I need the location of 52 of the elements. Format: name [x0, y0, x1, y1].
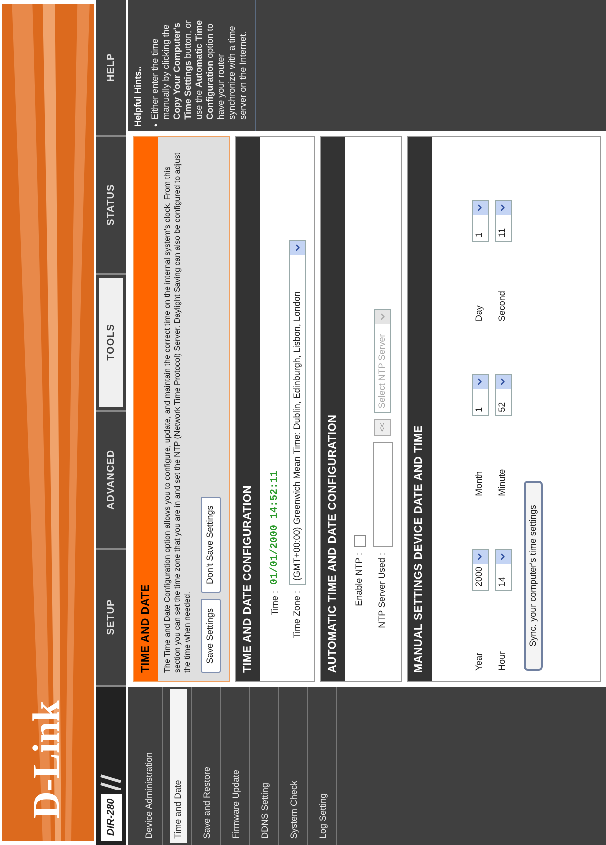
select-field[interactable]: 1: [472, 200, 488, 242]
input-field[interactable]: [372, 442, 392, 547]
chevron-down-icon: [472, 375, 488, 390]
select-field[interactable]: 1: [472, 374, 488, 416]
section-title-bar: TIME AND DATE: [134, 137, 158, 681]
nav-tab[interactable]: HELP: [99, 2, 123, 132]
chevron-down-icon: [472, 550, 488, 564]
select-field[interactable]: 2000: [472, 549, 488, 591]
section-title-bar: AUTOMATIC TIME AND DATE CONFIGURATION: [321, 137, 345, 681]
sidebar-item[interactable]: Log Setting: [315, 689, 332, 843]
nav-tab[interactable]: ADVANCED: [99, 415, 123, 545]
logo: D-Link: [28, 700, 66, 819]
form-button[interactable]: Don't Save Settings: [201, 496, 221, 594]
select-field[interactable]: 11: [494, 200, 512, 242]
sidebar-item[interactable]: Time and Date: [170, 689, 187, 843]
sidebar-item[interactable]: System Check: [286, 689, 303, 843]
chevron-down-icon: [496, 550, 510, 564]
field-label: Enable NTP :: [353, 553, 365, 608]
nav-tab[interactable]: TOOLS: [99, 278, 123, 408]
form-button[interactable]: Save Settings: [201, 599, 221, 673]
field-label: Minute: [496, 468, 508, 496]
section-title-bar: MANUAL SETTINGS DEVICE DATE AND TIME: [408, 137, 432, 681]
sidebar-item[interactable]: Device Administration: [141, 689, 158, 843]
select-field[interactable]: (GMT+00:00) Greenwich Mean Time: Dublin, Edinburgh, Lisbon, London: [289, 240, 306, 585]
bullet: •: [150, 124, 162, 127]
chevron-down-icon: [496, 200, 510, 215]
field-label: NTP Server Used :: [376, 553, 388, 630]
field-label: Day: [473, 304, 486, 322]
checkbox[interactable]: [354, 535, 366, 547]
select-field[interactable]: 14: [494, 549, 512, 591]
field-label: Year: [473, 652, 486, 671]
chevron-down-icon: [375, 310, 390, 324]
model-label: DIR-280: [100, 794, 122, 841]
chevron-down-icon: [472, 200, 488, 215]
sync-button[interactable]: Sync. your computer's time settings: [524, 481, 543, 671]
sidebar-item[interactable]: Firmware Update: [228, 689, 245, 843]
select-field[interactable]: 52: [494, 374, 512, 416]
current-time: 01/01/2000 14:52:11: [268, 470, 282, 585]
help-title: Helpful Hints..: [132, 66, 144, 127]
section-title-bar: TIME AND DATE CONFIGURATION: [236, 137, 260, 681]
field-label: Hour: [496, 650, 508, 671]
sidebar-item[interactable]: Save and Restore: [199, 689, 216, 843]
nav-tab[interactable]: STATUS: [99, 140, 123, 270]
field-label: Second: [496, 290, 508, 322]
field-label: Time :: [268, 591, 281, 618]
intro-text: The Time and Date Configuration option allows you to configure, update, and maintain the correct time on the internal system's clock. From this section you can set the time zone that you are in and set the NTP (Network Time Protocol) Server. Daylight Saving can also be configured to adjust the time when needed.: [162, 152, 193, 675]
nav-tab[interactable]: SETUP: [99, 552, 123, 682]
sidebar-item[interactable]: DDNS Setting: [257, 689, 274, 843]
field-label: Month: [473, 470, 486, 496]
chevron-down-icon: [496, 375, 510, 390]
field-label: Time Zone :: [290, 591, 303, 641]
chevron-down-icon: [290, 241, 305, 255]
